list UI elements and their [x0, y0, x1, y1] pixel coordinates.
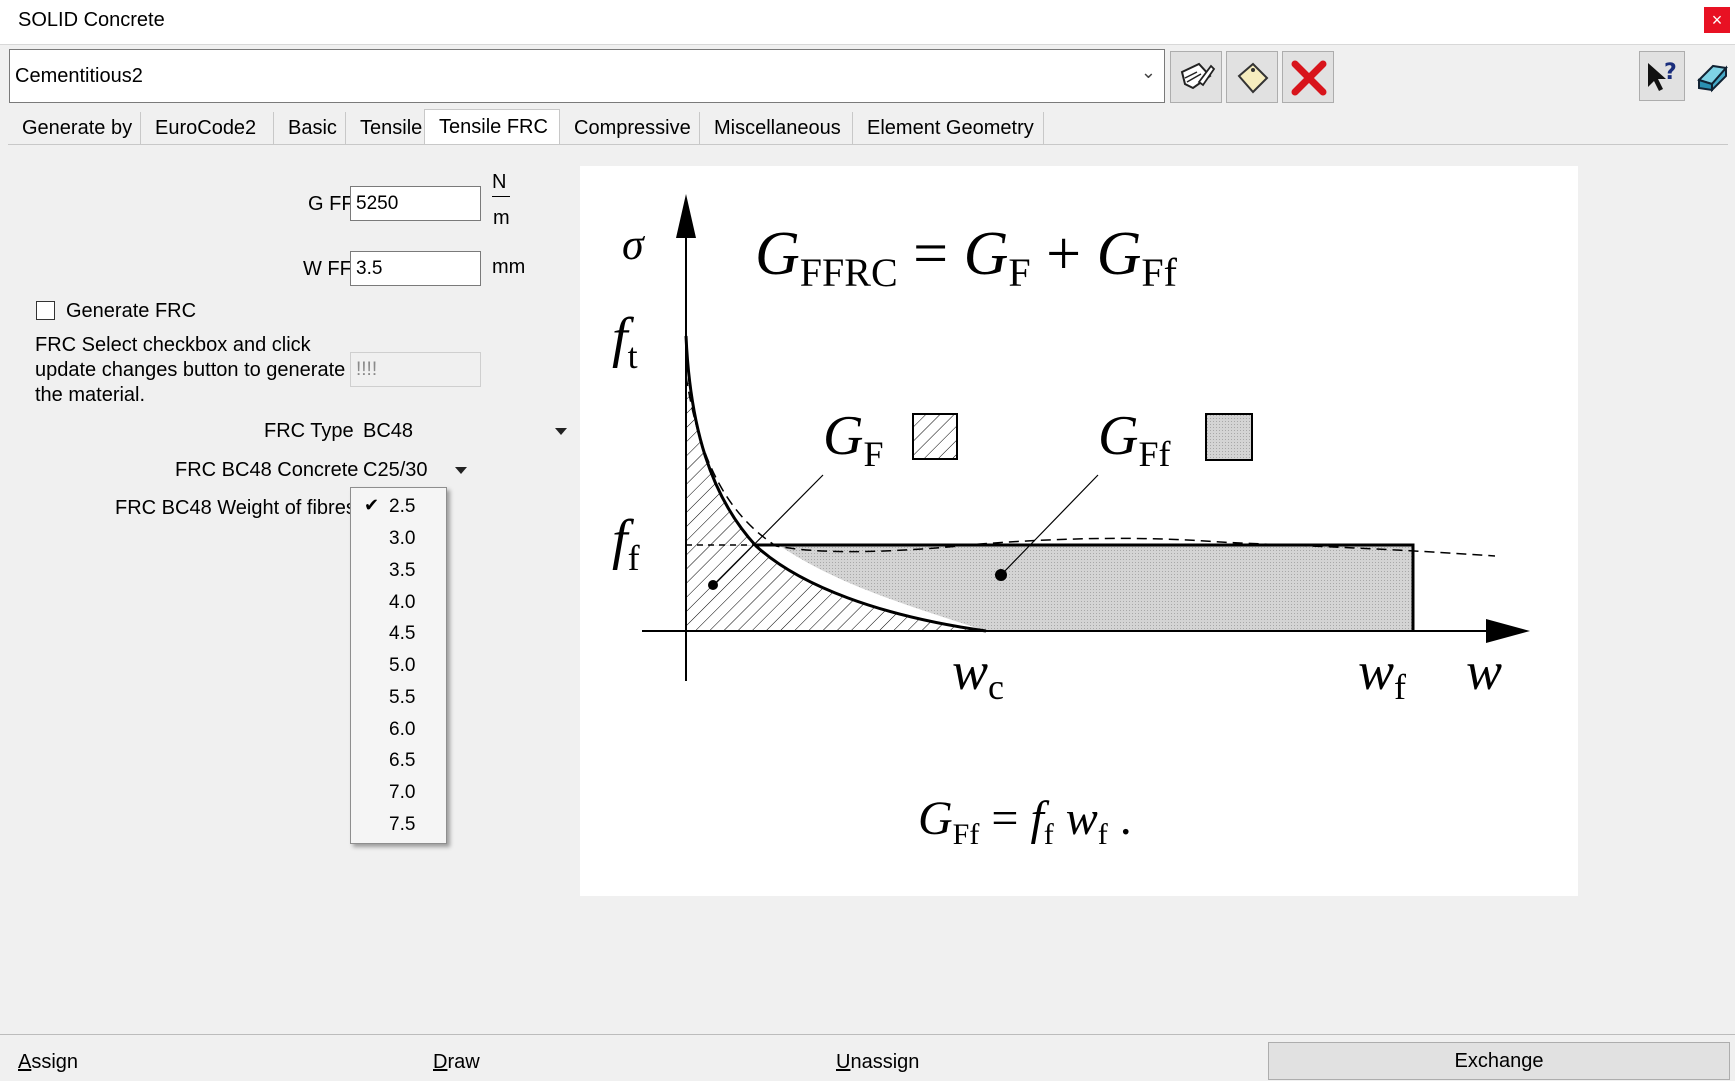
- frc-weight-option[interactable]: 6.0: [351, 714, 446, 746]
- frc-weight-option[interactable]: 4.0: [351, 587, 446, 619]
- frc-weight-option[interactable]: 4.5: [351, 618, 446, 650]
- frc-weight-option[interactable]: ✔ 2.5: [351, 491, 446, 523]
- wff-input[interactable]: 3.5: [350, 251, 481, 286]
- title-divider: [0, 44, 1735, 45]
- exchange-button[interactable]: Exchange: [1268, 1042, 1730, 1080]
- delete-button[interactable]: [1282, 51, 1334, 103]
- frc-hint-line1: FRC Select checkbox and click: [35, 334, 311, 356]
- ff-label: ff: [612, 509, 640, 578]
- gff-input[interactable]: 5250: [350, 186, 481, 221]
- edit-icon: [1180, 62, 1216, 90]
- eraser-button[interactable]: [1693, 58, 1733, 98]
- edit-button[interactable]: [1170, 51, 1222, 103]
- material-combobox-value: Cementitious2: [15, 65, 143, 87]
- frc-diagram: σ ft ff GF GFf wc wf w GFFRC = GF + GFf …: [580, 166, 1578, 896]
- tab-baseline: [8, 144, 1728, 145]
- generate-frc-checkbox[interactable]: [36, 301, 55, 320]
- tag-button[interactable]: [1226, 51, 1278, 103]
- frc-weight-dropdown-list: ✔ 2.5 3.0 3.5 4.0 4.5 5.0 5.5 6.0 6.5 7.0…: [350, 487, 447, 844]
- check-icon: ✔: [364, 495, 380, 515]
- equation-bottom: GFf = ff wf .: [918, 792, 1132, 851]
- gff-unit-fraction-bar: [492, 196, 510, 197]
- frc-weight-option[interactable]: 6.5: [351, 745, 446, 777]
- material-combobox[interactable]: Cementitious2 ⌄: [9, 49, 1165, 103]
- frc-hint-field: !!!!: [350, 352, 481, 387]
- gf-legend-box: [912, 413, 958, 460]
- tab-compressive[interactable]: Compressive: [560, 112, 700, 144]
- w-axis-label: w: [1466, 641, 1502, 701]
- gff-legend-box: [1205, 413, 1253, 461]
- close-button[interactable]: ×: [1704, 7, 1730, 33]
- dropdown-arrow-icon: [455, 467, 467, 474]
- gff-input-value: 5250: [356, 193, 399, 214]
- ft-label: ft: [612, 307, 638, 376]
- window-title: SOLID Concrete: [18, 9, 165, 31]
- frc-hint-line3: the material.: [35, 384, 146, 406]
- frc-weight-label: FRC BC48 Weight of fibres: [115, 497, 356, 519]
- gff-legend-label: GFf: [1098, 405, 1170, 474]
- frc-diagram-graphic: σ ft ff GF GFf wc wf w GFFRC = GF + GFf …: [612, 194, 1530, 851]
- eraser-icon: [1697, 64, 1728, 93]
- tab-element-geometry[interactable]: Element Geometry: [853, 112, 1044, 144]
- wff-unit: mm: [492, 256, 526, 278]
- tab-tensile-frc[interactable]: Tensile FRC: [424, 109, 560, 145]
- frc-type-select[interactable]: BC48: [355, 415, 572, 445]
- frc-hint-field-value: !!!!: [356, 359, 378, 380]
- title-bar: SOLID Concrete ×: [0, 0, 1735, 44]
- generate-frc-label: Generate FRC: [66, 300, 197, 322]
- experimental-curve: [685, 375, 1496, 557]
- assign-button[interactable]: Assign: [18, 1051, 78, 1074]
- frc-weight-option[interactable]: 3.5: [351, 555, 446, 587]
- sigma-label: σ: [622, 220, 646, 269]
- frc-concrete-select[interactable]: C25/30: [355, 454, 475, 484]
- tab-eurocode2[interactable]: EuroCode2: [141, 112, 274, 144]
- wf-label: wf: [1358, 641, 1406, 707]
- chevron-down-icon[interactable]: ⌄: [1141, 62, 1156, 83]
- gff-unit-denominator: m: [493, 207, 510, 229]
- tab-basic[interactable]: Basic: [274, 112, 346, 144]
- gf-legend-label: GF: [823, 405, 883, 474]
- wc-label: wc: [952, 641, 1004, 707]
- frc-weight-option[interactable]: 7.5: [351, 809, 446, 841]
- frc-type-label: FRC Type: [264, 420, 354, 442]
- tab-miscellaneous[interactable]: Miscellaneous: [700, 112, 853, 144]
- svg-text:?: ?: [1664, 60, 1677, 85]
- wff-label: W FF: [303, 258, 352, 280]
- unassign-button[interactable]: Unassign: [836, 1051, 919, 1074]
- gff-label: G FF: [308, 193, 354, 215]
- wff-input-value: 3.5: [356, 258, 383, 279]
- delete-icon: [1291, 60, 1327, 96]
- gff-unit-numerator: N: [492, 171, 507, 193]
- dropdown-arrow-icon: [555, 428, 567, 435]
- equation-top: GFFRC = GF + GFf: [755, 220, 1178, 295]
- frc-weight-option[interactable]: 3.0: [351, 523, 446, 555]
- frc-concrete-label: FRC BC48 Concrete: [175, 459, 359, 481]
- frc-weight-option[interactable]: 7.0: [351, 777, 446, 809]
- tag-icon: [1237, 62, 1269, 94]
- help-icon: ?: [1648, 60, 1677, 91]
- tab-generate-by[interactable]: Generate by: [8, 112, 141, 144]
- frc-weight-option[interactable]: 5.5: [351, 682, 446, 714]
- draw-button[interactable]: Draw: [433, 1051, 480, 1074]
- frc-hint-line2: update changes button to generate: [35, 359, 346, 381]
- frc-concrete-value: C25/30: [363, 459, 428, 481]
- frc-type-value: BC48: [363, 420, 414, 442]
- help-button[interactable]: ?: [1639, 51, 1685, 101]
- tab-tensile[interactable]: Tensile: [346, 112, 431, 144]
- frc-weight-option[interactable]: 5.0: [351, 650, 446, 682]
